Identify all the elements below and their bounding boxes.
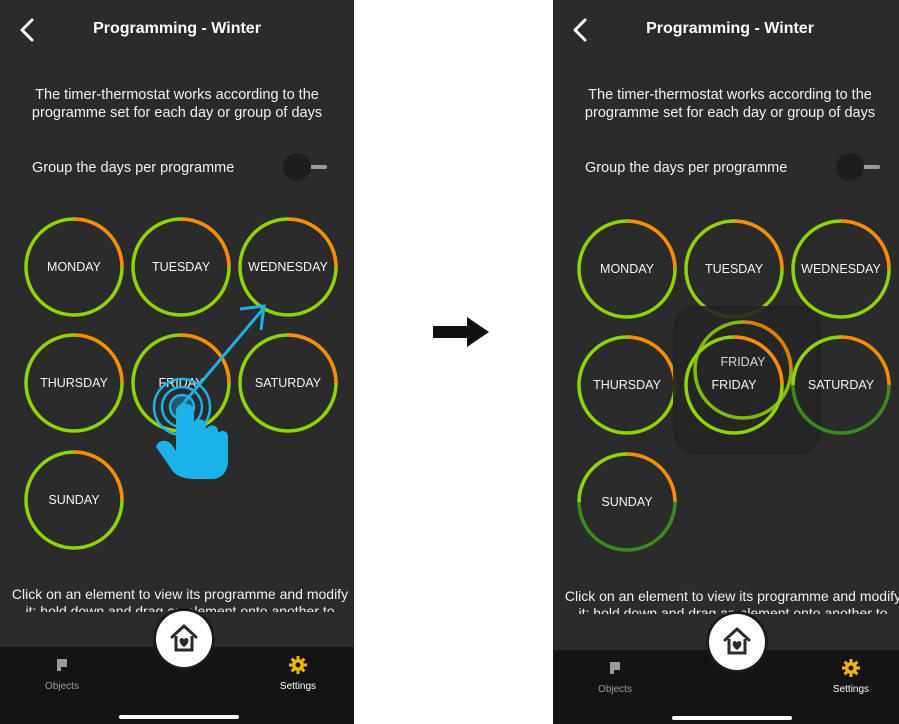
home-indicator xyxy=(119,715,239,719)
day-circle-sunday[interactable]: SUNDAY xyxy=(24,450,124,550)
tab-label: Objects xyxy=(45,681,79,692)
day-label: MONDAY xyxy=(47,260,101,274)
drag-gesture-overlay xyxy=(152,304,266,479)
day-circle-tuesday[interactable]: TUESDAY xyxy=(684,219,784,319)
day-label: MONDAY xyxy=(600,262,654,276)
day-circle-thursday[interactable]: THURSDAY xyxy=(24,333,124,433)
tab-settings[interactable]: Settings xyxy=(801,658,899,695)
day-circle-thursday[interactable]: THURSDAY xyxy=(577,335,677,435)
objects-icon xyxy=(610,662,620,674)
day-label: THURSDAY xyxy=(40,376,108,390)
dragged-day-ghost[interactable]: FRIDAY xyxy=(693,320,793,420)
day-circle-monday[interactable]: MONDAY xyxy=(24,217,124,317)
tab-label: Objects xyxy=(598,684,632,695)
day-label: WEDNESDAY xyxy=(801,262,881,276)
phone-screen-after: Programming - Winter The timer-thermosta… xyxy=(553,0,899,724)
home-button[interactable] xyxy=(709,614,765,670)
tap-hand-icon xyxy=(156,403,228,479)
phone-screen-before: Programming - Winter The timer-thermosta… xyxy=(0,0,354,724)
day-circle-saturday[interactable]: SATURDAY xyxy=(791,335,891,435)
objects-icon xyxy=(57,659,67,671)
tab-objects[interactable]: Objects xyxy=(12,655,112,692)
page-title: Programming - Winter xyxy=(646,20,814,37)
dragged-day-label: FRIDAY xyxy=(720,355,766,369)
day-label: SATURDAY xyxy=(807,378,875,392)
right-arrow-icon xyxy=(433,317,489,347)
home-button[interactable] xyxy=(156,611,212,667)
tab-settings[interactable]: Settings xyxy=(248,655,348,692)
footer-instructions: Click on an element to view its programm… xyxy=(564,588,899,614)
day-label: SUNDAY xyxy=(48,493,100,507)
group-days-label: Group the days per programme xyxy=(585,160,788,176)
day-circle-sunday[interactable]: SUNDAY xyxy=(577,452,677,552)
group-days-toggle[interactable] xyxy=(283,151,331,185)
home-indicator xyxy=(672,716,792,720)
footer-instructions: Click on an element to view its programm… xyxy=(11,586,349,612)
home-heart-icon xyxy=(170,624,198,652)
gear-icon xyxy=(289,656,307,674)
group-days-toggle[interactable] xyxy=(836,151,884,185)
day-circle-monday[interactable]: MONDAY xyxy=(577,219,677,319)
day-label: THURSDAY xyxy=(593,378,661,392)
tab-label: Settings xyxy=(279,681,317,692)
page-title: Programming - Winter xyxy=(93,20,261,37)
home-heart-icon xyxy=(723,627,751,655)
day-label: TUESDAY xyxy=(704,262,764,276)
day-circle-wednesday[interactable]: WEDNESDAY xyxy=(791,219,891,319)
description-text: The timer-thermostat works according to … xyxy=(584,87,876,121)
description-text: The timer-thermostat works according to … xyxy=(31,87,323,121)
group-days-label: Group the days per programme xyxy=(32,160,235,176)
tab-objects[interactable]: Objects xyxy=(565,658,665,695)
day-label: SUNDAY xyxy=(601,495,653,509)
gear-icon xyxy=(842,659,860,677)
tab-label: Settings xyxy=(832,684,870,695)
